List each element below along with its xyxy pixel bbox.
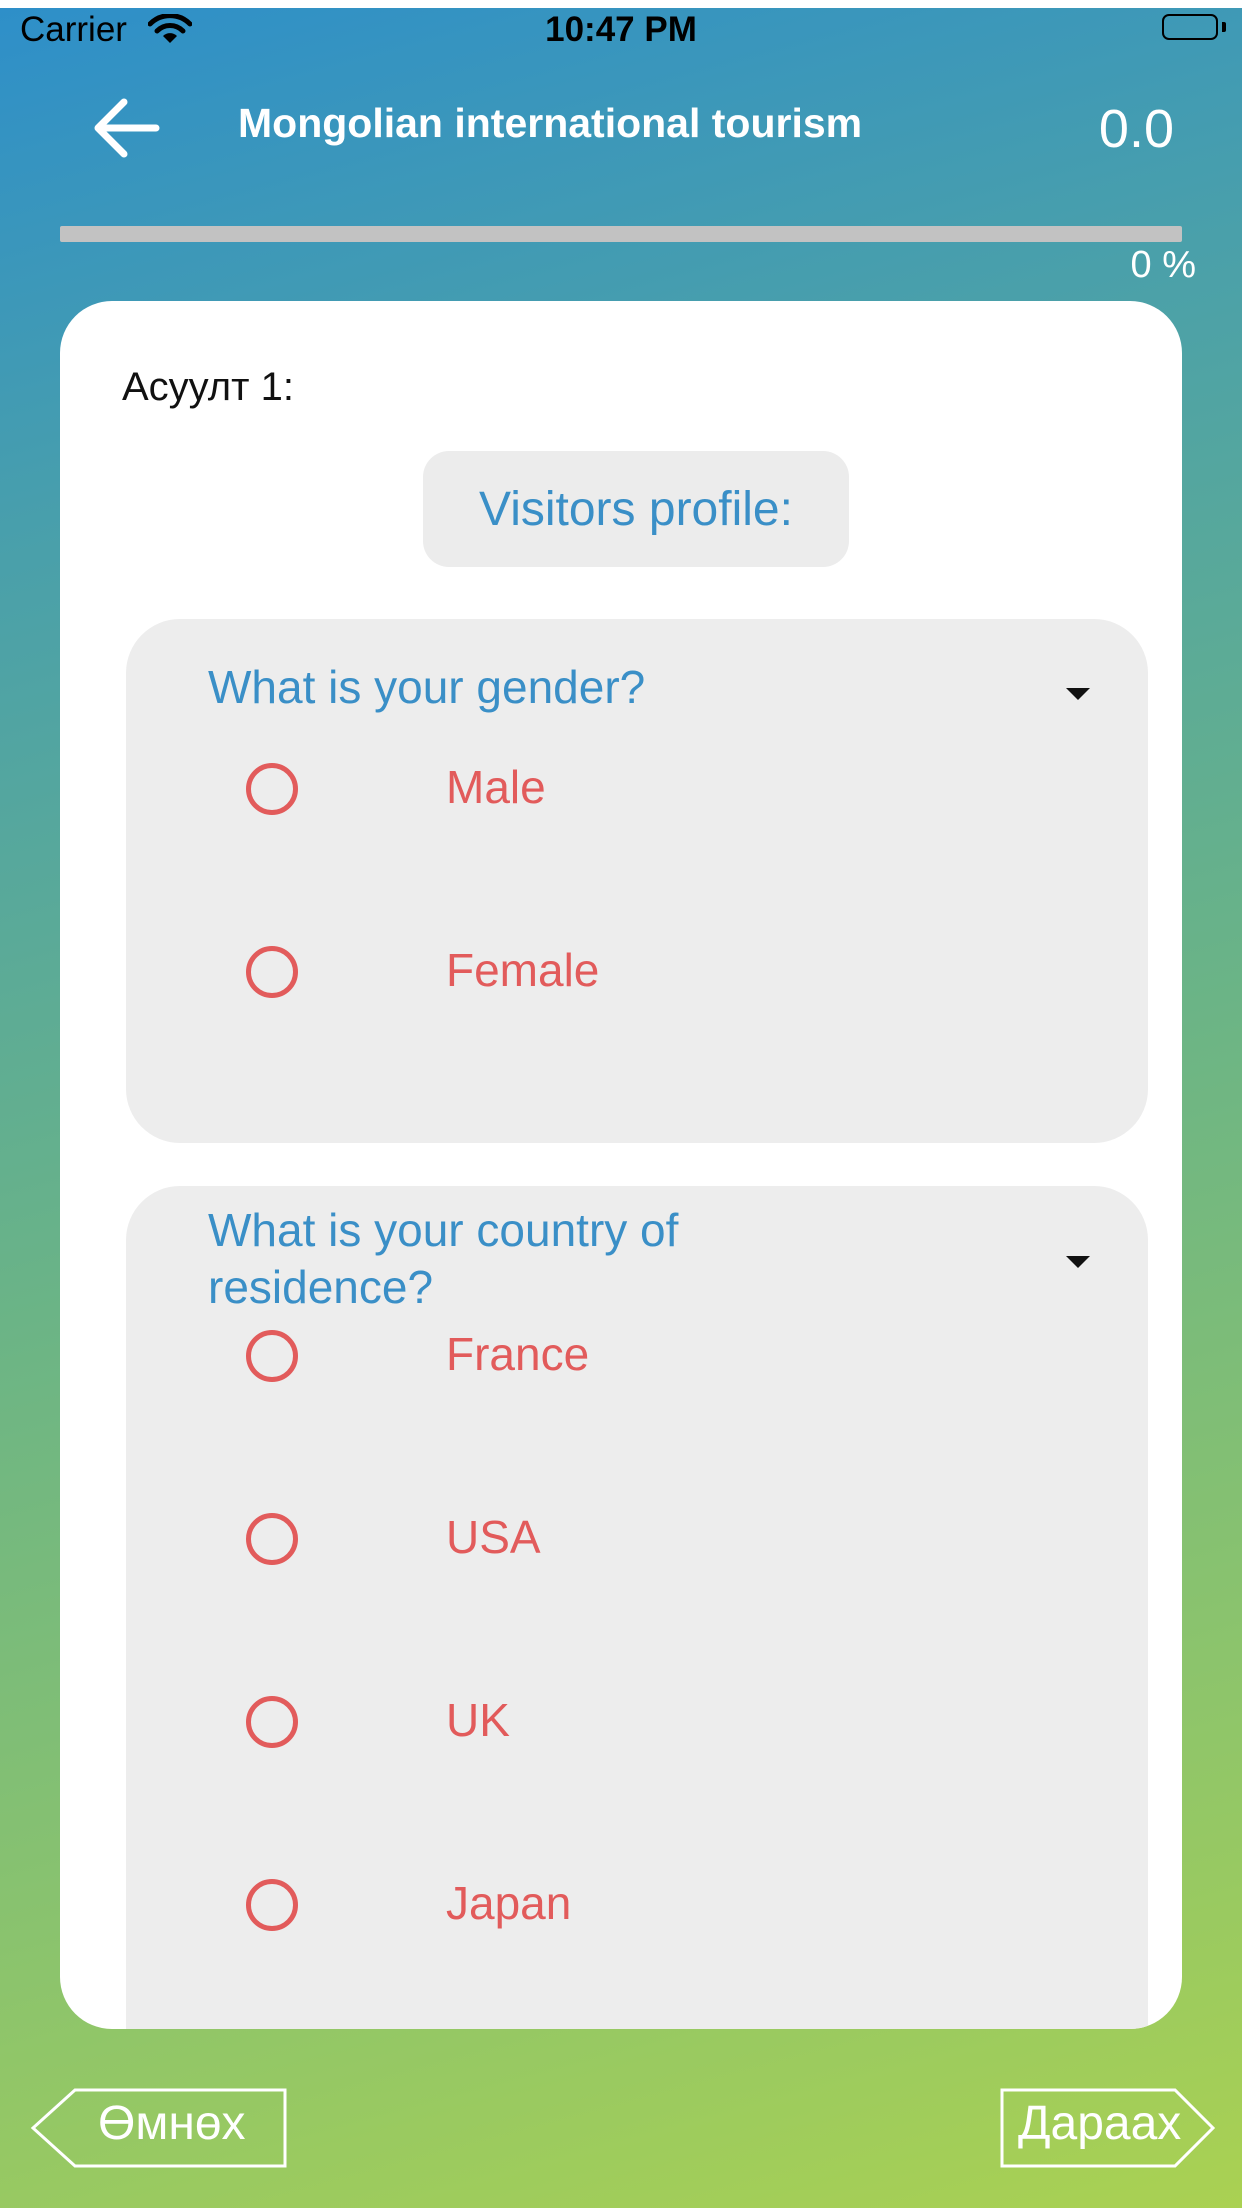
- caret-down-icon[interactable]: [1066, 688, 1090, 700]
- radio-button[interactable]: [246, 946, 298, 998]
- next-label: Дараах: [1018, 2097, 1182, 2150]
- radio-button[interactable]: [246, 1330, 298, 1382]
- group-prompt: What is your gender?: [208, 661, 646, 713]
- option-label: Female: [446, 944, 600, 996]
- question-number: Асуулт 1:: [122, 365, 294, 409]
- score-value: 0.0: [1098, 99, 1174, 159]
- caret-down-icon[interactable]: [1066, 1256, 1090, 1268]
- question-group-country: What is your country of residence? Franc…: [126, 1186, 1148, 2029]
- previous-button[interactable]: Өмнөх: [30, 2088, 288, 2168]
- option-female[interactable]: Female: [246, 921, 1106, 1031]
- option-label: UK: [446, 1694, 510, 1746]
- radio-button[interactable]: [246, 1513, 298, 1565]
- option-label: France: [446, 1328, 590, 1380]
- progress-percent: 0 %: [1130, 244, 1196, 286]
- section-title: Visitors profile:: [423, 451, 849, 567]
- page-title: Mongolian international tourism: [238, 100, 863, 146]
- back-button[interactable]: [92, 96, 164, 160]
- arrow-left-icon: [94, 98, 160, 158]
- battery-icon: [1162, 14, 1226, 42]
- status-time: 10:47 PM: [545, 10, 697, 49]
- next-button[interactable]: Дараах: [1000, 2088, 1215, 2168]
- option-uk[interactable]: UK: [246, 1671, 1106, 1781]
- option-japan[interactable]: Japan: [246, 1854, 1106, 1964]
- radio-button[interactable]: [246, 763, 298, 815]
- group-prompt: What is your country of residence?: [208, 1204, 679, 1313]
- option-france[interactable]: France: [246, 1305, 1106, 1415]
- option-label: Male: [446, 761, 546, 813]
- radio-button[interactable]: [246, 1879, 298, 1931]
- status-bar: Carrier 10:47 PM: [0, 8, 1242, 62]
- question-group-gender: What is your gender? Male Female: [126, 619, 1148, 1143]
- progress-bar: [60, 226, 1182, 242]
- question-card: Асуулт 1: Visitors profile: What is your…: [60, 301, 1182, 2029]
- previous-label: Өмнөх: [98, 2097, 246, 2150]
- option-label: Japan: [446, 1877, 572, 1929]
- radio-button[interactable]: [246, 1696, 298, 1748]
- app-screen: Carrier 10:47 PM Mongolian international…: [0, 8, 1242, 2208]
- option-usa[interactable]: USA: [246, 1488, 1106, 1598]
- option-label: USA: [446, 1511, 541, 1563]
- option-male[interactable]: Male: [246, 738, 1106, 848]
